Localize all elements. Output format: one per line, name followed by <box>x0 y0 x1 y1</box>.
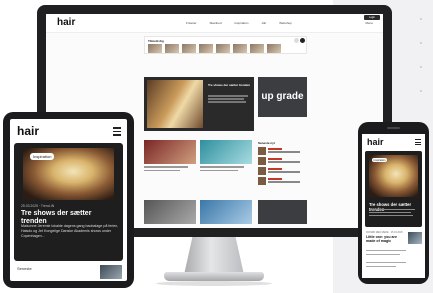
thumb-row <box>148 44 281 53</box>
desktop-navbar: hair Frisører Skønhed Inspiration Job We… <box>46 14 383 33</box>
nav-link[interactable]: Skønhed <box>210 21 222 25</box>
article-category: FRISØR MED MERE · 25.03.2025 <box>366 231 403 234</box>
monitor-base <box>164 272 264 281</box>
category-badge[interactable]: Inspiration <box>30 153 55 160</box>
prev-arrow-icon[interactable] <box>294 38 299 43</box>
text-line <box>369 209 415 211</box>
hamburger-icon[interactable] <box>113 127 121 138</box>
story-thumb[interactable] <box>250 44 264 53</box>
article-image <box>144 200 196 224</box>
phone-device: hair Inspiration Tre shows der sætter tr… <box>358 122 429 284</box>
text-line <box>144 166 188 168</box>
story-thumb[interactable] <box>216 44 230 53</box>
nav-link[interactable]: Job <box>261 21 266 25</box>
stand-shadow <box>156 281 272 286</box>
text-line <box>200 166 244 168</box>
nav-link[interactable]: Inspiration <box>235 21 249 25</box>
section-label: Seneste <box>17 266 32 271</box>
story-thumb[interactable] <box>182 44 196 53</box>
sidebar-item[interactable] <box>258 177 307 186</box>
subscribe-title: Tilmeld dig <box>148 39 164 43</box>
tablet-screen: hair Inspiration 25.03.2025 · Trend-IN T… <box>10 119 127 281</box>
nav-link[interactable]: Webshop <box>279 21 292 25</box>
text-line <box>208 101 246 103</box>
featured-image <box>147 80 203 128</box>
decor-dot <box>420 66 422 68</box>
story-thumb[interactable] <box>165 44 179 53</box>
article-card[interactable] <box>200 200 252 228</box>
upgrade-ad[interactable]: up grade <box>258 77 307 117</box>
monitor-stand <box>184 237 244 275</box>
text-line <box>208 95 248 97</box>
nav-link[interactable]: Frisører <box>186 21 197 25</box>
featured-article[interactable]: Inspiration Tre shows der sætter trenden <box>365 151 422 227</box>
next-arrow-icon[interactable] <box>300 38 305 43</box>
text-line <box>366 262 406 264</box>
phone-screen: hair Inspiration Tre shows der sætter tr… <box>362 134 425 278</box>
story-thumb[interactable] <box>148 44 162 53</box>
text-line <box>208 98 244 100</box>
menu-button[interactable]: Menu <box>365 21 373 25</box>
article-image <box>200 140 252 164</box>
article-excerpt: Maisonne Jeremie lokalde dagens gang bao… <box>21 224 119 238</box>
site-logo[interactable]: hair <box>17 124 39 138</box>
article-thumb[interactable] <box>100 265 122 279</box>
article-card[interactable] <box>144 140 196 180</box>
text-line <box>369 215 413 217</box>
text-line <box>144 169 180 171</box>
article-image <box>200 200 252 224</box>
featured-article[interactable]: Inspiration 25.03.2025 · Trend-IN Tre sh… <box>14 143 123 261</box>
site-logo[interactable]: hair <box>57 17 75 28</box>
article-thumb[interactable] <box>408 232 422 244</box>
site-logo[interactable]: hair <box>367 137 384 147</box>
story-thumb[interactable] <box>199 44 213 53</box>
text-line <box>366 254 400 256</box>
text-line <box>366 250 406 252</box>
tablet-device: hair Inspiration 25.03.2025 · Trend-IN T… <box>3 112 134 288</box>
sidebar-item[interactable] <box>258 167 307 176</box>
story-thumb[interactable] <box>267 44 281 53</box>
article-card[interactable] <box>200 140 252 180</box>
article-title: Tre shows der sætter trenden <box>369 202 412 212</box>
featured-article[interactable]: Tre shows der sætter trenden <box>144 77 254 131</box>
text-line <box>366 266 396 268</box>
featured-title: Tre shows der sætter trenden <box>208 83 251 87</box>
subscribe-strip: Tilmeld dig <box>144 36 307 54</box>
secondary-title[interactable]: Little one: you are made of magic <box>366 235 406 244</box>
article-image <box>144 140 196 164</box>
sidebar-item[interactable] <box>258 147 307 156</box>
article-date: 25.03.2025 · Trend-IN <box>21 204 55 208</box>
hamburger-icon[interactable] <box>415 139 421 147</box>
article-card[interactable] <box>144 200 196 228</box>
sidebar-item[interactable] <box>258 157 307 166</box>
text-line <box>369 212 411 214</box>
decor-dot <box>420 90 422 92</box>
article-image <box>258 200 307 224</box>
decor-dot <box>420 42 422 44</box>
login-button[interactable]: Login <box>364 15 380 20</box>
story-thumb[interactable] <box>233 44 247 53</box>
nav-links: Frisører Skønhed Inspiration Job Webshop <box>186 21 292 25</box>
sidebar-title: Seneste nyt <box>258 141 275 145</box>
category-badge[interactable]: Inspiration <box>372 158 387 162</box>
decor-dot <box>420 18 422 20</box>
article-card[interactable] <box>258 200 307 228</box>
phone-speaker <box>387 127 400 129</box>
text-line <box>200 169 238 171</box>
